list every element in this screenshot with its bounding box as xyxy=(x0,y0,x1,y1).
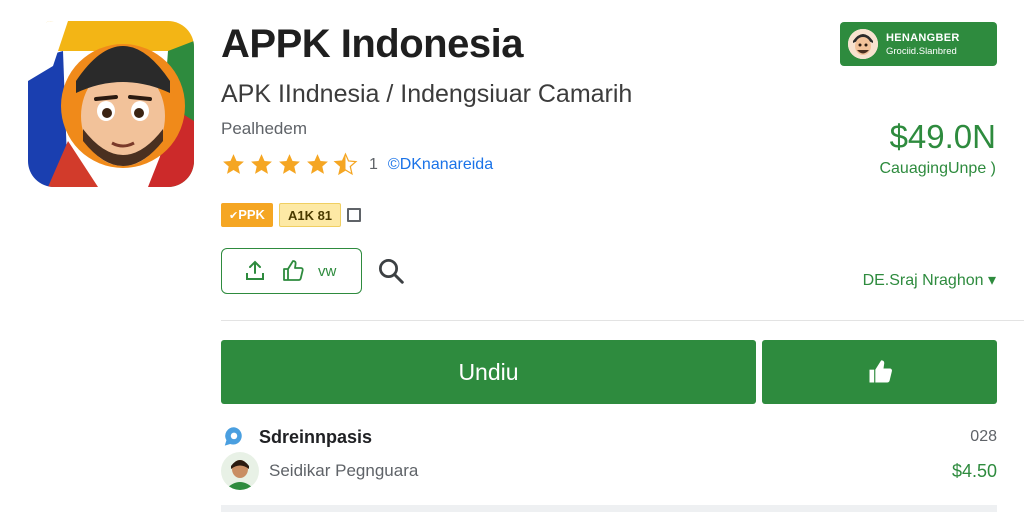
promo-subtitle: Grociid.Slanbred xyxy=(886,45,957,57)
list-item-value: 028 xyxy=(970,428,997,445)
action-label: vw xyxy=(318,262,337,280)
list-item[interactable]: Sdreinnpasis 028 xyxy=(221,422,997,452)
price: $49.0Ν xyxy=(889,118,996,155)
price-note: CauagingUnpe ) xyxy=(879,160,996,177)
search-icon[interactable] xyxy=(376,256,406,286)
list-item-label: Sdreinnpasis xyxy=(259,426,373,447)
info-square-icon[interactable] xyxy=(347,208,362,222)
list-item-price: $4.50 xyxy=(951,460,997,481)
rating-link[interactable]: ©DKnanareida xyxy=(388,156,493,174)
download-button-label: Undiu xyxy=(458,358,519,385)
divider xyxy=(221,505,997,512)
language-label: DE.Sraj Nraghon xyxy=(862,272,984,289)
star-full-icon xyxy=(307,154,328,174)
list-item-label: Seidikar Pegnguara xyxy=(269,461,419,480)
divider xyxy=(221,320,1024,321)
rating-count: 1 xyxy=(369,155,378,173)
app-subtitle: APK IIndnesia / Indengsiuar Camarih xyxy=(221,80,633,108)
share-like-button-group[interactable]: vw xyxy=(221,248,362,294)
promo-banner[interactable]: HENANGBER Grociid.Slanbred xyxy=(840,22,997,66)
avatar-icon xyxy=(848,29,878,59)
rating-row: 1 ©DKnanareida xyxy=(221,152,493,177)
promo-title: HENANGBER xyxy=(886,31,960,44)
chat-bubble-icon xyxy=(224,427,242,446)
star-full-icon xyxy=(251,154,272,174)
language-dropdown[interactable]: DE.Sraj Nraghon ▾ xyxy=(863,270,996,290)
age-rating-badge: A1K 81 xyxy=(278,203,342,227)
app-title: APPK Indonesia xyxy=(221,22,523,66)
badges-row: PPK A1K 81 xyxy=(221,203,362,227)
avatar-icon xyxy=(221,452,259,490)
star-full-icon xyxy=(223,154,244,174)
app-icon xyxy=(28,21,194,187)
thumbs-up-icon[interactable] xyxy=(280,259,306,283)
chevron-down-icon: ▾ xyxy=(987,272,996,289)
developer-name[interactable]: Pealhedem xyxy=(221,119,307,139)
star-half-icon xyxy=(333,152,358,176)
share-icon[interactable] xyxy=(242,259,268,283)
star-full-icon xyxy=(279,154,300,174)
thumbs-up-icon xyxy=(869,360,892,383)
list-item[interactable]: Seidikar Pegnguara $4.50 xyxy=(221,452,997,490)
like-button[interactable] xyxy=(762,340,997,404)
apk-badge: PPK xyxy=(221,203,273,227)
download-button[interactable]: Undiu xyxy=(221,340,756,404)
